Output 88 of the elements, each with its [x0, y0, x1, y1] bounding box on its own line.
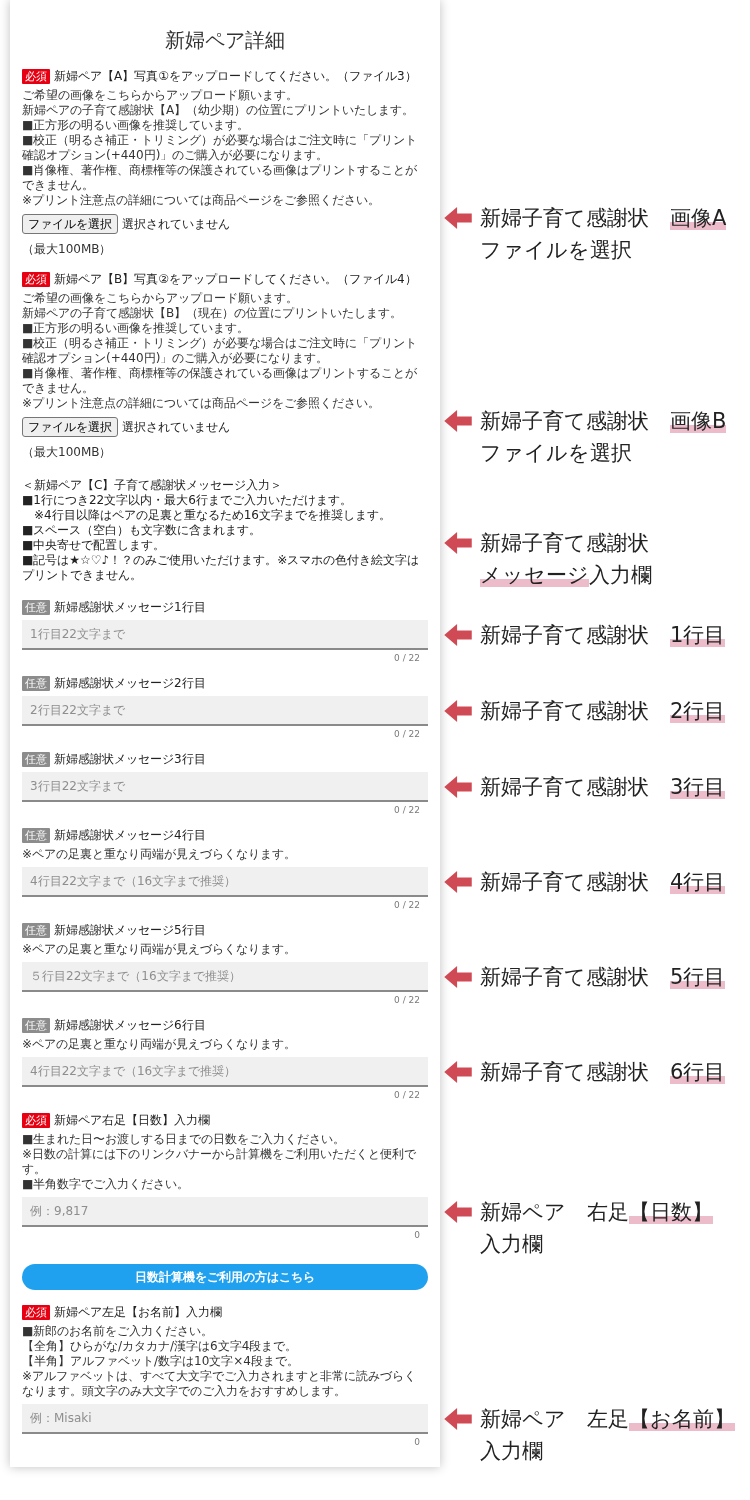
left-arrow-icon	[444, 966, 472, 988]
left-arrow-icon	[444, 1061, 472, 1083]
field-label: 新婦感謝状メッセージ1行目	[54, 599, 206, 615]
field-label: 新婦感謝状メッセージ6行目	[54, 1017, 206, 1033]
callout-text: 新婦子育て感謝状 5行目	[480, 964, 726, 991]
field-label: 新婦感謝状メッセージ3行目	[54, 751, 206, 767]
callout-text: 新婦子育て感謝状	[480, 530, 650, 557]
description-text: ■生まれた日〜お渡しする日までの日数をご入力ください。	[22, 1132, 347, 1147]
field-label: 新婦ペア【B】写真②をアップロードしてください。（ファイル4）	[54, 271, 417, 287]
notes-text: ■中央寄せで配置します。	[22, 538, 167, 553]
callout-text: ファイルを選択	[480, 440, 633, 467]
character-counter: 0 / 22	[394, 1090, 420, 1100]
page-title: 新婦ペア詳細	[165, 28, 285, 52]
character-counter: 0	[414, 1437, 420, 1447]
description-text: ■半角数字でご入力ください。	[22, 1177, 191, 1192]
description-text: ■正方形の明るい画像を推奨しています。	[22, 321, 251, 336]
size-limit-text: （最大100MB）	[22, 242, 112, 257]
left-arrow-icon	[444, 207, 472, 229]
left-arrow-icon	[444, 1201, 472, 1223]
left-arrow-icon	[444, 776, 472, 798]
description-text: 新婦ペアの子育て感謝状【B】（現在）の位置にプリントいたします。	[22, 306, 404, 321]
description-text: 【全角】ひらがな/カタカナ/漢字は6文字4段まで。	[22, 1339, 299, 1354]
left-arrow-icon	[444, 1408, 472, 1430]
callout-text: 新婦ペア 左足【お名前】	[480, 1406, 735, 1433]
field-label: 新婦感謝状メッセージ2行目	[54, 675, 206, 691]
file-select-button[interactable]: ファイルを選択	[22, 417, 118, 437]
left-arrow-icon	[444, 410, 472, 432]
callout-text: 新婦子育て感謝状 4行目	[480, 869, 726, 896]
text-input[interactable]: 例：Misaki	[22, 1404, 428, 1434]
notes-text: ■1行につき22文字以内・最大6行までご入力いただけます。	[22, 493, 353, 508]
description-text: ご希望の画像をこちらからアップロード願います。	[22, 291, 299, 306]
callout-text: 新婦子育て感謝状 1行目	[480, 622, 726, 649]
description-text: ■校正（明るさ補正・トリミング）が必要な場合はご注文時に「プリント確認オプション(+440円)」のご購入が必要になります。	[22, 336, 419, 366]
text-input[interactable]: 1行目22文字まで	[22, 620, 428, 650]
description-text: ■校正（明るさ補正・トリミング）が必要な場合はご注文時に「プリント確認オプション(+440円)」のご購入が必要になります。	[22, 133, 419, 163]
description-text: ※プリント注意点の詳細については商品ページをご参照ください。	[22, 396, 382, 411]
field-label: 新婦ペア【A】写真①をアップロードしてください。（ファイル3）	[54, 68, 417, 84]
character-counter: 0 / 22	[394, 995, 420, 1005]
description-text: ■肖像権、著作権、商標権等の保護されている画像はプリントすることができません。	[22, 163, 419, 193]
notes-text: ＜新婦ペア【C】子育て感謝状メッセージ入力＞	[22, 478, 284, 493]
description-text: ※ペアの足裏と重なり両端が見えづらくなります。	[22, 942, 298, 957]
text-input[interactable]: 4行目22文字まで（16文字まで推奨）	[22, 867, 428, 897]
left-arrow-icon	[444, 532, 472, 554]
character-counter: 0 / 22	[394, 805, 420, 815]
callout-text: 新婦子育て感謝状 3行目	[480, 774, 726, 801]
description-text: ※日数の計算には下のリンクバナーから計算機をご利用いただくと便利です。	[22, 1147, 418, 1177]
text-input[interactable]: 4行目22文字まで（16文字まで推奨）	[22, 1057, 428, 1087]
callout-text: ファイルを選択	[480, 237, 633, 264]
text-input[interactable]: ５行目22文字まで（16文字まで推奨）	[22, 962, 428, 992]
notes-text: ※4行目以降はペアの足裏と重なるため16文字までを推奨します。	[33, 508, 392, 523]
callout-text: 新婦子育て感謝状 画像A	[480, 205, 727, 232]
field-label: 新婦感謝状メッセージ5行目	[54, 922, 206, 938]
description-text: ■正方形の明るい画像を推奨しています。	[22, 118, 251, 133]
description-text: ※ペアの足裏と重なり両端が見えづらくなります。	[22, 1037, 298, 1052]
callout-text: 入力欄	[480, 1438, 544, 1465]
description-text: 【半角】アルファベット/数字は10文字×4段まで。	[22, 1354, 300, 1369]
character-counter: 0 / 22	[394, 729, 420, 739]
text-input[interactable]: 例：9,817	[22, 1197, 428, 1227]
callout-text: メッセージ入力欄	[480, 562, 652, 589]
callout-text: 新婦子育て感謝状 画像B	[480, 408, 727, 435]
file-select-button[interactable]: ファイルを選択	[22, 214, 118, 234]
file-status-text: 選択されていません	[122, 418, 230, 436]
text-input[interactable]: 2行目22文字まで	[22, 696, 428, 726]
character-counter: 0 / 22	[394, 900, 420, 910]
description-text: 新婦ペアの子育て感謝状【A】（幼少期）の位置にプリントいたします。	[22, 103, 416, 118]
description-text: ※アルファベットは、すべて大文字でご入力されますと非常に読みづらくなります。頭文字のみ大文字でのご入力をおすすめします。	[22, 1369, 418, 1399]
character-counter: 0 / 22	[394, 653, 420, 663]
file-status-text: 選択されていません	[122, 215, 230, 233]
notes-text: ■スペース（空白）も文字数に含まれます。	[22, 523, 263, 538]
text-input[interactable]: 3行目22文字まで	[22, 772, 428, 802]
callout-text: 新婦子育て感謝状 6行目	[480, 1059, 726, 1086]
left-arrow-icon	[444, 700, 472, 722]
left-arrow-icon	[444, 624, 472, 646]
description-text: ■新郎のお名前をご入力ください。	[22, 1324, 215, 1339]
description-text: ※プリント注意点の詳細については商品ページをご参照ください。	[22, 193, 382, 208]
left-arrow-icon	[444, 871, 472, 893]
callout-text: 新婦子育て感謝状 2行目	[480, 698, 726, 725]
field-label: 新婦ペア右足【日数】入力欄	[54, 1112, 210, 1128]
description-text: ※ペアの足裏と重なり両端が見えづらくなります。	[22, 847, 298, 862]
character-counter: 0	[414, 1230, 420, 1240]
field-label: 新婦ペア左足【お名前】入力欄	[54, 1304, 222, 1320]
notes-text: ■記号は★☆♡♪！？のみご使用いただけます。※スマホの色付き絵文字はプリントできません。	[22, 553, 421, 583]
size-limit-text: （最大100MB）	[22, 445, 112, 460]
description-text: ご希望の画像をこちらからアップロード願います。	[22, 88, 299, 103]
field-label: 新婦感謝状メッセージ4行目	[54, 827, 206, 843]
callout-text: 入力欄	[480, 1231, 544, 1258]
callout-text: 新婦ペア 右足【日数】	[480, 1199, 713, 1226]
description-text: ■肖像権、著作権、商標権等の保護されている画像はプリントすることができません。	[22, 366, 419, 396]
